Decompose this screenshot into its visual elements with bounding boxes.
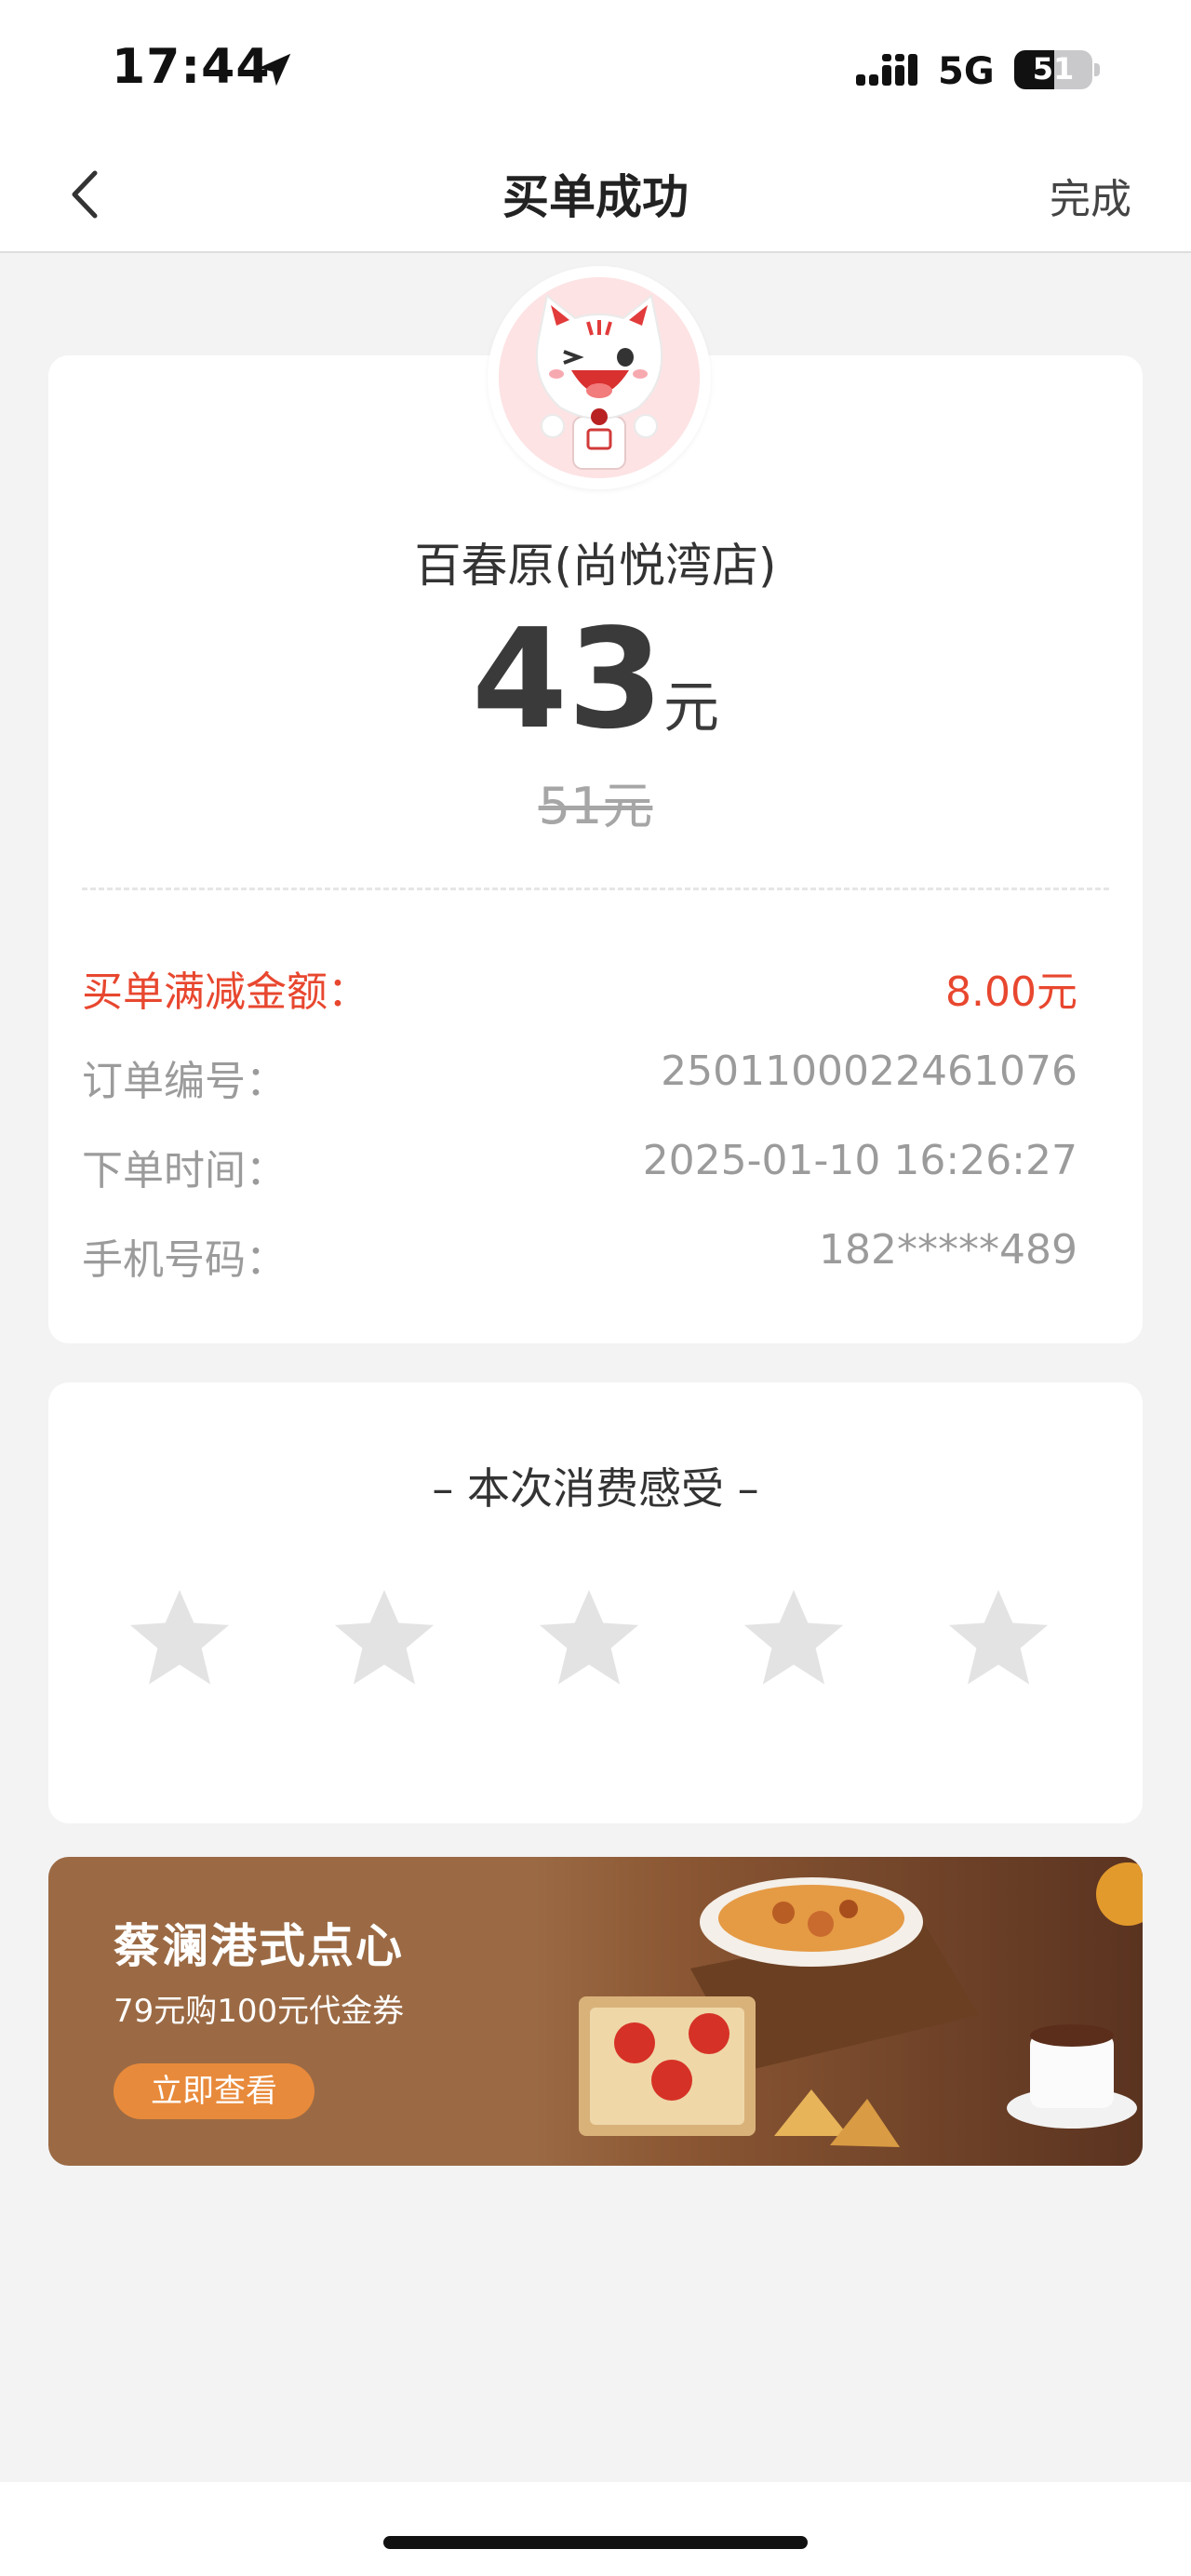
receipt-card: 百春原(尚悦湾店) 43元 51元 买单满减金额： 8.00元 订单编号： 25… [48,355,1143,1343]
page-title: 买单成功 [502,170,689,224]
dashed-divider [82,888,1109,890]
order-number-label: 订单编号： [82,1058,287,1105]
avatar [488,266,711,489]
discount-label: 买单满减金额： [82,968,368,1016]
phone-value: 182*****489 [819,1226,1077,1274]
status-bar: 17:44 5G 51 [0,0,1191,140]
promo-banner[interactable]: 蔡澜港式点心 79元购100元代金券 立即查看 [48,1857,1143,2166]
view-now-button[interactable]: 立即查看 [114,2063,314,2119]
banner-subtitle: 79元购100元代金券 [114,1993,405,2030]
cat-mascot-icon [499,277,700,478]
order-time-value: 2025-01-10 16:26:27 [642,1137,1077,1184]
star-icon[interactable] [739,1583,849,1693]
cellular-signal-icon [856,54,917,86]
rating-card: – 本次消费感受 – [48,1382,1143,1823]
star-icon[interactable] [943,1583,1053,1693]
order-time-label: 下单时间： [82,1147,287,1195]
star-icon[interactable] [329,1583,439,1693]
paid-amount-unit: 元 [662,675,719,741]
nav-bar: 买单成功 完成 [0,140,1191,253]
paid-amount-value: 43 [472,599,663,759]
paid-amount: 43元 [48,599,1143,759]
battery-level-text: 51 [1032,51,1075,87]
location-arrow-icon [258,53,291,87]
original-price: 51元 [538,777,653,835]
network-type: 5G [938,50,995,93]
done-button[interactable]: 完成 [1050,166,1131,225]
status-time: 17:44 [112,39,271,95]
banner-title: 蔡澜港式点心 [114,1918,404,1973]
discount-value: 8.00元 [945,968,1077,1016]
phone-label: 手机号码： [82,1236,287,1284]
dim-sum-food-image [532,1857,1143,2166]
back-chevron-icon[interactable] [58,162,114,227]
star-icon[interactable] [534,1583,644,1693]
home-indicator[interactable] [383,2536,808,2549]
shop-name: 百春原(尚悦湾店) [414,539,777,593]
battery-icon: 51 [1014,50,1100,89]
order-number-value: 2501100022461076 [661,1048,1077,1095]
bottom-safe-area [0,2482,1191,2576]
star-icon[interactable] [125,1583,234,1693]
rating-title: – 本次消费感受 – [432,1463,759,1514]
